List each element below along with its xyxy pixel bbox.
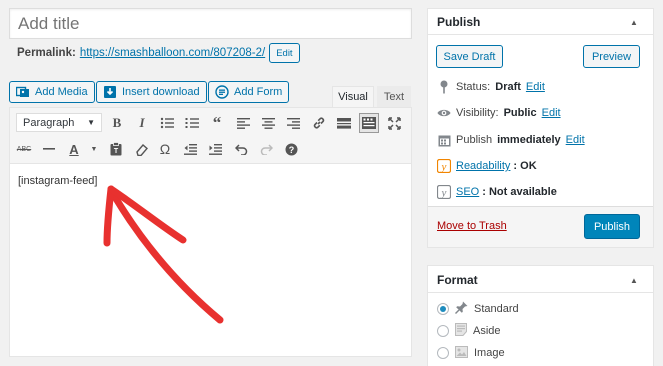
- seo-link[interactable]: SEO: [456, 186, 479, 198]
- yoast-readability-icon: y: [437, 159, 451, 173]
- aside-icon: [455, 323, 467, 339]
- format-option-label: Aside: [473, 325, 501, 337]
- svg-text:y: y: [441, 187, 447, 199]
- text-color-icon[interactable]: A: [64, 139, 84, 159]
- permalink-label: Permalink:: [17, 47, 76, 59]
- help-icon[interactable]: ?: [281, 139, 301, 159]
- download-icon: [103, 85, 117, 99]
- publish-time-label: Publish: [456, 134, 493, 146]
- numbered-list-icon[interactable]: [182, 113, 202, 133]
- permalink-edit-button[interactable]: Edit: [269, 43, 300, 63]
- title-input[interactable]: [9, 8, 412, 39]
- bold-icon[interactable]: B: [107, 113, 127, 133]
- media-icon: [16, 85, 30, 99]
- align-left-icon[interactable]: [233, 113, 253, 133]
- tab-visual[interactable]: Visual: [332, 86, 374, 108]
- format-option-standard[interactable]: Standard: [437, 300, 519, 318]
- add-media-label: Add Media: [35, 86, 88, 98]
- tab-text[interactable]: Text: [377, 86, 411, 108]
- italic-icon[interactable]: I: [132, 113, 152, 133]
- image-icon: [455, 345, 468, 361]
- publish-time-value: immediately: [497, 134, 561, 146]
- chevron-down-icon: ▼: [87, 118, 95, 127]
- collapse-arrow-icon[interactable]: ▲: [630, 276, 638, 285]
- link-icon[interactable]: [309, 113, 329, 133]
- form-icon: [215, 85, 229, 99]
- permalink-link[interactable]: https://smashballoon.com/807208-2/: [80, 47, 265, 59]
- special-character-icon[interactable]: Ω: [155, 139, 175, 159]
- outdent-icon[interactable]: [180, 139, 200, 159]
- yoast-seo-icon: y: [437, 185, 451, 199]
- collapse-arrow-icon[interactable]: ▲: [630, 18, 638, 27]
- pin-icon: [437, 80, 451, 94]
- visibility-edit-link[interactable]: Edit: [542, 107, 561, 119]
- readability-row: y Readability : OK: [437, 157, 537, 175]
- permalink-row: Permalink: https://smashballoon.com/8072…: [17, 43, 300, 63]
- svg-text:?: ?: [288, 145, 294, 155]
- svg-text:y: y: [441, 161, 447, 173]
- eye-icon: [437, 108, 451, 118]
- move-to-trash-link[interactable]: Move to Trash: [437, 220, 507, 232]
- status-row: Status: Draft Edit: [437, 78, 545, 96]
- seo-value: : Not available: [482, 186, 557, 198]
- annotation-arrow: [103, 185, 224, 324]
- add-media-button[interactable]: Add Media: [9, 81, 95, 103]
- format-select[interactable]: Paragraph ▼: [16, 113, 102, 132]
- radio-image[interactable]: [437, 347, 449, 359]
- status-label: Status:: [456, 81, 491, 93]
- add-form-label: Add Form: [234, 86, 283, 98]
- calendar-icon: [437, 134, 451, 147]
- paste-text-icon[interactable]: T: [106, 139, 126, 159]
- redo-icon[interactable]: [256, 139, 276, 159]
- svg-text:T: T: [114, 148, 119, 155]
- preview-button[interactable]: Preview: [583, 45, 640, 68]
- add-form-button[interactable]: Add Form: [208, 81, 290, 103]
- visibility-label: Visibility:: [456, 107, 499, 119]
- align-center-icon[interactable]: [258, 113, 278, 133]
- pin-icon: [455, 301, 468, 317]
- status-edit-link[interactable]: Edit: [526, 81, 545, 93]
- bullet-list-icon[interactable]: [157, 113, 177, 133]
- format-title: Format: [437, 273, 478, 287]
- horizontal-line-icon[interactable]: [39, 139, 59, 159]
- visibility-row: Visibility: Public Edit: [437, 104, 561, 122]
- undo-icon[interactable]: [231, 139, 251, 159]
- editor-content: [instagram-feed]: [18, 175, 98, 187]
- read-more-icon[interactable]: [334, 113, 354, 133]
- format-select-value: Paragraph: [23, 116, 75, 129]
- format-option-label: Image: [474, 347, 505, 359]
- readability-link[interactable]: Readability: [456, 160, 510, 172]
- visibility-value: Public: [503, 107, 537, 119]
- clear-formatting-icon[interactable]: [131, 139, 151, 159]
- format-option-image[interactable]: Image: [437, 344, 505, 362]
- indent-icon[interactable]: [205, 139, 225, 159]
- save-draft-button[interactable]: Save Draft: [436, 45, 503, 68]
- publish-time-row: Publish immediately Edit: [437, 131, 585, 149]
- insert-download-label: Insert download: [122, 86, 200, 98]
- insert-download-button[interactable]: Insert download: [96, 81, 207, 103]
- align-right-icon[interactable]: [283, 113, 303, 133]
- seo-row: y SEO : Not available: [437, 183, 557, 201]
- publish-title: Publish: [437, 15, 481, 29]
- format-option-aside[interactable]: Aside: [437, 322, 501, 340]
- publish-time-edit-link[interactable]: Edit: [566, 134, 585, 146]
- toolbar-toggle-icon[interactable]: [359, 113, 379, 133]
- radio-standard[interactable]: [437, 303, 449, 315]
- blockquote-icon[interactable]: “: [207, 113, 227, 133]
- format-option-label: Standard: [474, 303, 519, 315]
- radio-aside[interactable]: [437, 325, 449, 337]
- chevron-down-icon[interactable]: ▼: [84, 139, 104, 159]
- strikethrough-icon[interactable]: ABC: [14, 139, 34, 159]
- readability-value: : OK: [513, 160, 537, 172]
- status-value: Draft: [495, 81, 521, 93]
- publish-button[interactable]: Publish: [584, 214, 640, 239]
- fullscreen-icon[interactable]: [384, 113, 404, 133]
